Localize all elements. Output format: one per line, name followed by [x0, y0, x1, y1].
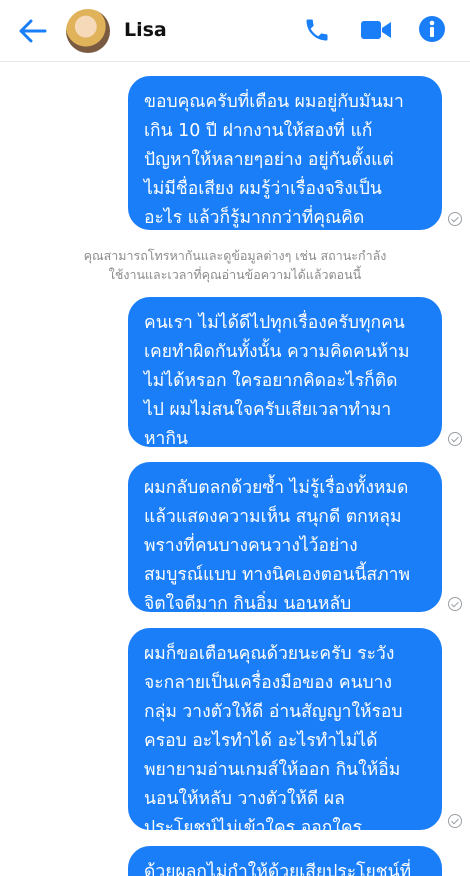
message-thread[interactable]: ขอบคุณครับที่เตือน ผมอยู่กับมันมา เกิน 1… — [0, 62, 470, 876]
seen-check-icon — [448, 212, 462, 226]
phone-icon[interactable] — [303, 16, 331, 48]
message-bubble[interactable]: ผมก็ขอเตือนคุณด้วยนะครับ ระวัง จะกลายเป็… — [128, 628, 442, 838]
back-arrow-icon[interactable] — [18, 18, 48, 44]
avatar[interactable] — [66, 9, 110, 53]
contact-name[interactable]: Lisa — [124, 19, 167, 41]
info-icon[interactable] — [418, 15, 446, 47]
message-bubble[interactable]: คนเรา ไม่ได้ดีไปทุกเรื่องครับทุกคน เคยทำ… — [128, 297, 442, 449]
video-camera-icon[interactable] — [360, 18, 392, 46]
seen-check-icon — [448, 432, 462, 446]
seen-check-icon — [448, 814, 462, 828]
chat-header: Lisa — [0, 0, 470, 62]
seen-check-icon — [448, 597, 462, 611]
message-bubble[interactable]: ผมกลับตลกด้วยซ้ำ ไม่รู้เรื่องทั้งหมด แล้… — [128, 462, 442, 614]
conversation-notice: คุณสามารถโทรหากันและดูข้อมูลต่างๆ เช่น ส… — [83, 248, 387, 282]
message-bubble[interactable]: ด้วยผลกไม่กำให้ด้วยเสียประโยชน์ที่ — [128, 846, 442, 876]
message-bubble[interactable]: ขอบคุณครับที่เตือน ผมอยู่กับมันมา เกิน 1… — [128, 76, 442, 230]
